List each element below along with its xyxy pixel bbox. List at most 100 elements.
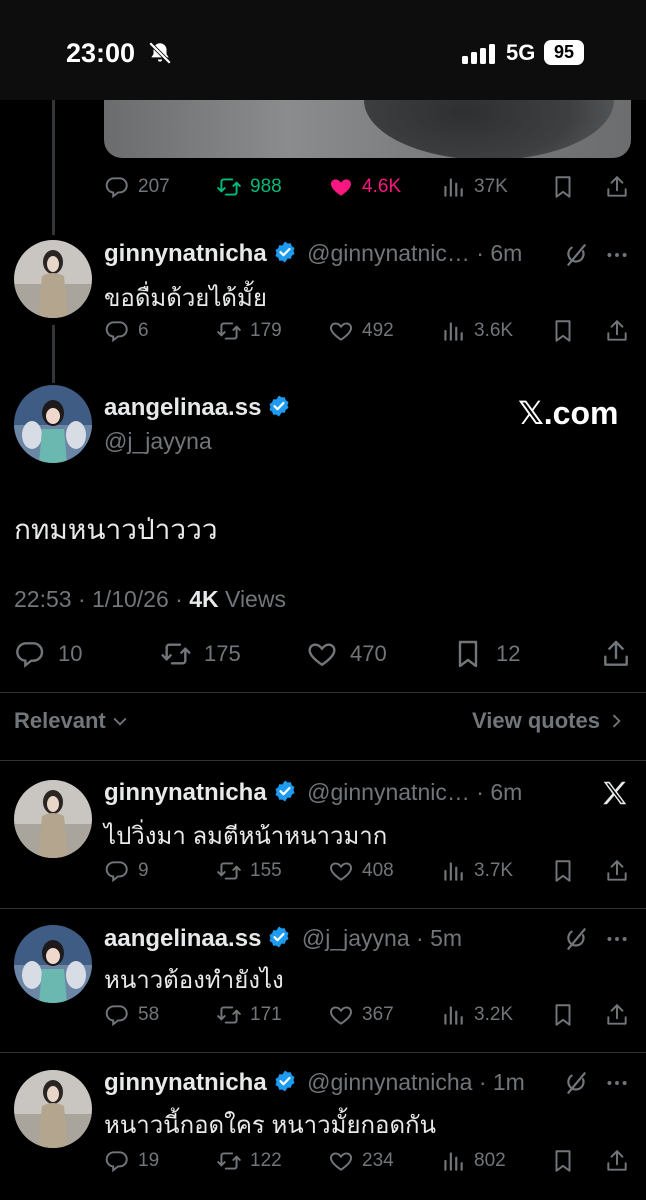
bookmark-icon[interactable]: [550, 858, 576, 884]
reply-header: aangelinaa.ss @j_jayyna · 5m: [104, 925, 463, 952]
reply-text: หนาวนี้กอดใคร หนาวมั้ยกอดกัน: [104, 1112, 436, 1139]
heart-icon: [328, 858, 354, 884]
repost-icon: [216, 1002, 242, 1028]
bookmark-button[interactable]: 12: [452, 638, 520, 670]
reply-icon: [104, 318, 130, 344]
share-icon[interactable]: [604, 858, 630, 884]
views-button[interactable]: 3.6K: [440, 318, 513, 344]
reply-text: ไปวิ่งมา ลมตีหน้าหนาวมาก: [104, 823, 388, 850]
like-button[interactable]: 470: [306, 638, 387, 670]
bookmark-icon[interactable]: [550, 318, 576, 344]
bookmark-icon[interactable]: [550, 174, 576, 200]
like-button[interactable]: 4.6K: [328, 174, 401, 200]
repost-button[interactable]: 122: [216, 1148, 282, 1174]
handle[interactable]: @ginnynatnic…: [307, 240, 470, 266]
repost-icon: [216, 174, 242, 200]
heart-icon: [328, 1002, 354, 1028]
heart-icon: [328, 318, 354, 344]
grok-icon[interactable]: [563, 242, 589, 268]
reply-header: ginnynatnicha @ginnynatnic… · 6m: [104, 240, 523, 267]
x-logo-icon: [600, 778, 630, 808]
display-name[interactable]: aangelinaa.ss: [104, 925, 261, 952]
like-button[interactable]: 234: [328, 1148, 394, 1174]
avatar[interactable]: [14, 1070, 92, 1148]
post-media-image[interactable]: [104, 100, 631, 158]
main-post-text: กทมหนาวป่าววว: [14, 514, 218, 545]
grok-icon[interactable]: [563, 926, 589, 952]
repost-button[interactable]: 988: [216, 174, 282, 200]
share-icon[interactable]: [604, 1002, 630, 1028]
views-icon: [440, 318, 466, 344]
handle[interactable]: @ginnynatnicha: [307, 1069, 472, 1095]
view-quotes-link[interactable]: View quotes: [472, 708, 626, 734]
repost-button[interactable]: 171: [216, 1002, 282, 1028]
more-icon[interactable]: [604, 242, 630, 268]
reply-text: หนาวต้องทำยังไง: [104, 967, 284, 994]
reply-button[interactable]: 207: [104, 174, 170, 200]
thread-line: [52, 100, 55, 235]
repost-button[interactable]: 179: [216, 318, 282, 344]
share-icon[interactable]: [604, 318, 630, 344]
avatar[interactable]: [14, 385, 92, 463]
repost-icon: [216, 858, 242, 884]
reply-button[interactable]: 10: [14, 638, 82, 670]
avatar[interactable]: [14, 925, 92, 1003]
display-name[interactable]: ginnynatnicha: [104, 779, 267, 806]
display-name[interactable]: ginnynatnicha: [104, 1069, 267, 1096]
divider: [0, 1052, 646, 1053]
views-button[interactable]: 3.7K: [440, 858, 513, 884]
bookmark-icon[interactable]: [550, 1148, 576, 1174]
display-name[interactable]: aangelinaa.ss: [104, 394, 261, 421]
heart-icon: [328, 1148, 354, 1174]
divider: [0, 692, 646, 693]
verified-icon: [267, 394, 291, 418]
reply-button[interactable]: 58: [104, 1002, 159, 1028]
chevron-down-icon: [113, 717, 127, 726]
network-type: 5G: [506, 40, 536, 65]
views-button[interactable]: 3.2K: [440, 1002, 513, 1028]
reply-button[interactable]: 6: [104, 318, 149, 344]
post-time: 5m: [430, 925, 463, 951]
sort-dropdown[interactable]: Relevant: [14, 708, 130, 734]
more-icon[interactable]: [604, 926, 630, 952]
repost-icon: [160, 638, 192, 670]
status-bar: 23:00 5G 95: [0, 0, 646, 100]
views-icon: [440, 1002, 466, 1028]
handle[interactable]: @j_jayyna: [104, 428, 212, 455]
repost-icon: [216, 1148, 242, 1174]
reply-text: ขอดื่มด้วยได้มั้ย: [104, 285, 267, 312]
thread-line: [52, 325, 55, 383]
reply-header: ginnynatnicha @ginnynatnicha · 1m: [104, 1069, 525, 1096]
reply-button[interactable]: 9: [104, 858, 149, 884]
bookmark-icon[interactable]: [550, 1002, 576, 1028]
verified-icon: [273, 779, 297, 803]
divider: [0, 760, 646, 761]
handle[interactable]: @j_jayyna: [302, 925, 410, 951]
display-name[interactable]: ginnynatnicha: [104, 240, 267, 267]
repost-icon: [216, 318, 242, 344]
avatar[interactable]: [14, 780, 92, 858]
like-button[interactable]: 408: [328, 858, 394, 884]
like-button[interactable]: 367: [328, 1002, 394, 1028]
chevron-right-icon: [612, 714, 621, 728]
share-icon[interactable]: [604, 1148, 630, 1174]
battery-level: 95: [544, 40, 584, 65]
views-icon: [440, 1148, 466, 1174]
handle[interactable]: @ginnynatnic…: [307, 779, 470, 805]
bookmark-icon: [452, 638, 484, 670]
views-button[interactable]: 802: [440, 1148, 506, 1174]
reply-button[interactable]: 19: [104, 1148, 159, 1174]
repost-button[interactable]: 155: [216, 858, 282, 884]
grok-icon[interactable]: [563, 1070, 589, 1096]
post-time: 1m: [492, 1069, 525, 1095]
views-button[interactable]: 37K: [440, 174, 508, 200]
verified-icon: [273, 240, 297, 264]
avatar[interactable]: [14, 240, 92, 318]
more-icon[interactable]: [604, 1070, 630, 1096]
share-icon[interactable]: [600, 638, 632, 670]
post-meta: 22:53 · 1/10/26 · 4K Views: [14, 586, 286, 612]
like-button[interactable]: 492: [328, 318, 394, 344]
signal-icon: [462, 44, 495, 64]
share-icon[interactable]: [604, 174, 630, 200]
repost-button[interactable]: 175: [160, 638, 241, 670]
